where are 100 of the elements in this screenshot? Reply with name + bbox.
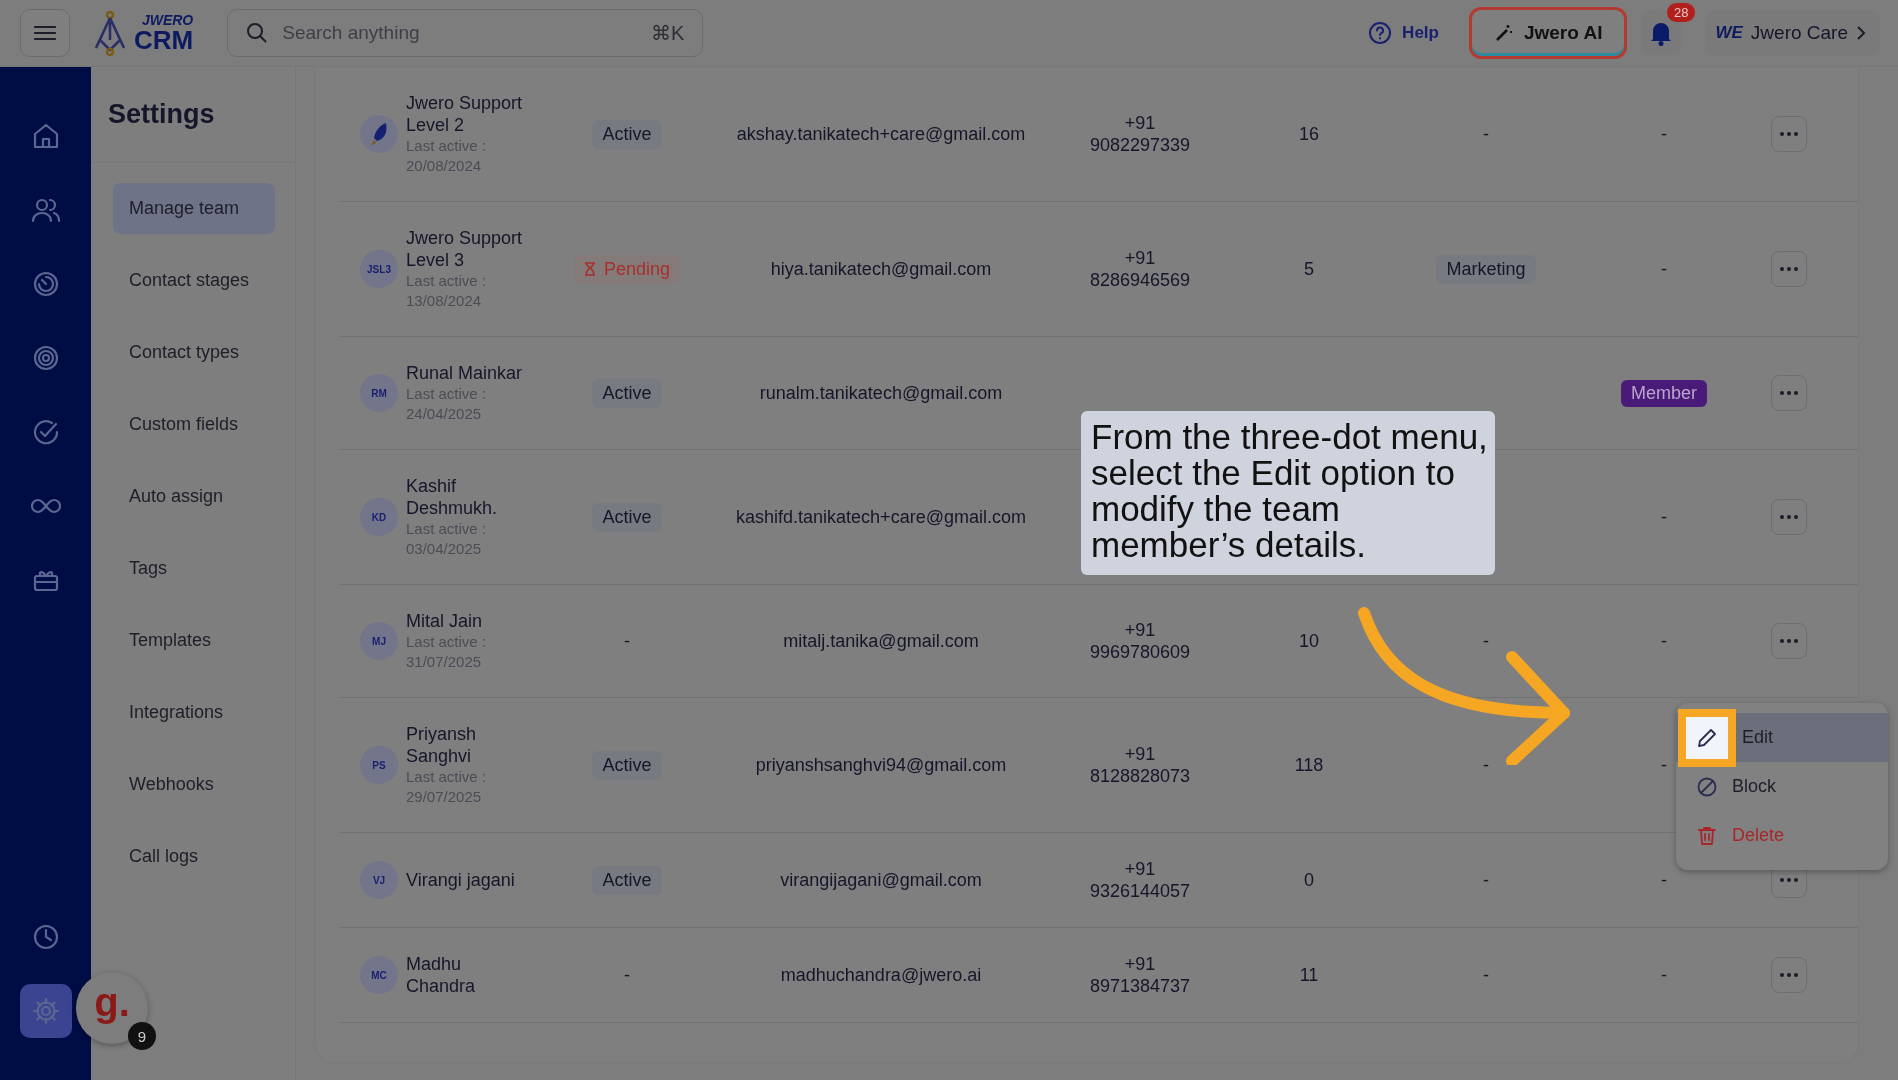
- notification-count: 28: [1667, 3, 1696, 22]
- settings-menu-item[interactable]: Integrations: [113, 687, 275, 738]
- more-options-button[interactable]: [1770, 251, 1807, 287]
- count-cell: 118: [1294, 754, 1324, 776]
- account-logo: WE: [1715, 23, 1743, 43]
- pencil-icon: [1696, 726, 1718, 749]
- member-name: Jwero Support Level 3: [406, 227, 524, 271]
- trash-icon: [1696, 824, 1718, 847]
- member-name: Jwero Support Level 2: [406, 92, 524, 136]
- phone-cell: +91 8128828073: [1089, 743, 1191, 787]
- table-cell: -: [624, 964, 630, 986]
- settings-nav-item[interactable]: [19, 984, 72, 1038]
- table-cell: -: [1661, 123, 1667, 145]
- phone-cell: +91 9969780609: [1089, 619, 1191, 663]
- email-cell: madhuchandra@jwero.ai: [780, 964, 982, 986]
- phone-cell: +91 8286946569: [1089, 247, 1191, 291]
- count-cell: 10: [1299, 630, 1319, 652]
- logo-subtitle: JWERO: [141, 13, 194, 27]
- email-cell: virangijagani@gmail.com: [780, 869, 982, 891]
- more-icon: [1779, 267, 1798, 271]
- search-bar[interactable]: Search anything ⌘K: [227, 9, 704, 57]
- count-cell: 16: [1299, 123, 1319, 145]
- avatar: KD: [360, 498, 398, 536]
- help-icon: [1368, 21, 1393, 45]
- avatar: PS: [360, 746, 398, 784]
- ai-button[interactable]: Jwero AI: [1468, 7, 1628, 59]
- status-tag: Active: [592, 378, 662, 408]
- table-cell: -: [1483, 869, 1489, 891]
- settings-menu-item[interactable]: Templates: [113, 615, 275, 666]
- more-icon: [1779, 878, 1798, 882]
- member-name: Runal Mainkar: [406, 362, 524, 384]
- status-tag: Pending: [573, 254, 681, 284]
- block-icon: [1696, 775, 1718, 798]
- status-tag: Active: [592, 750, 662, 780]
- email-cell: hiya.tanikatech@gmail.com: [770, 258, 992, 280]
- phone-cell: +91 8971384737: [1089, 953, 1191, 997]
- member-name: Virangi jagani: [406, 869, 516, 891]
- table-cell: -: [1483, 754, 1489, 776]
- logo-title: CRM: [134, 27, 194, 53]
- settings-icon: [30, 996, 61, 1026]
- table-cell: -: [1661, 964, 1667, 986]
- avatar: MC: [360, 956, 398, 994]
- more-icon: [1779, 515, 1798, 519]
- more-options-button[interactable]: [1770, 116, 1807, 152]
- team-tag: Marketing: [1436, 254, 1536, 284]
- help-link[interactable]: Help: [1368, 21, 1439, 45]
- settings-menu-item[interactable]: Custom fields: [113, 399, 275, 450]
- email-cell: kashifd.tanikatech+care@gmail.com: [736, 506, 1026, 528]
- settings-title: Settings: [91, 67, 295, 163]
- more-icon: [1779, 391, 1798, 395]
- more-icon: [1779, 132, 1798, 136]
- member-name: Kashif Deshmukh.: [406, 475, 499, 519]
- menu-icon: [34, 25, 56, 41]
- settings-menu-item[interactable]: Contact types: [113, 327, 275, 378]
- status-tag: Active: [592, 502, 662, 532]
- settings-menu-item[interactable]: Call logs: [113, 831, 275, 882]
- avatar: JSL3: [360, 250, 398, 288]
- more-options-button[interactable]: [1770, 623, 1807, 659]
- more-options-button[interactable]: [1770, 499, 1807, 535]
- phone-cell: +91 9082297339: [1089, 112, 1191, 156]
- table-cell: -: [1661, 506, 1667, 528]
- table-cell: -: [1483, 630, 1489, 652]
- chevron-right-icon: [1856, 25, 1866, 41]
- more-icon: [1779, 639, 1798, 643]
- member-name: Mital Jain: [406, 610, 484, 632]
- role-tag: Member: [1621, 379, 1707, 407]
- avatar: MJ: [360, 622, 398, 660]
- email-cell: priyanshsanghvi94@gmail.com: [755, 754, 1007, 776]
- table-cell: -: [1661, 754, 1667, 776]
- settings-menu-item[interactable]: Auto assign: [113, 471, 275, 522]
- email-cell: runalm.tanikatech@gmail.com: [759, 382, 1003, 404]
- settings-menu-item[interactable]: Tags: [113, 543, 275, 594]
- count-cell: 5: [1304, 258, 1314, 280]
- bell-icon[interactable]: [1649, 20, 1674, 46]
- status-tag: Active: [592, 865, 662, 895]
- settings-menu-item[interactable]: Contact stages: [113, 255, 275, 306]
- member-name: Madhu Chandra: [406, 953, 477, 997]
- search-icon: [246, 22, 269, 44]
- more-icon: [1779, 973, 1798, 977]
- count-cell: 0: [1304, 869, 1314, 891]
- table-cell: -: [1483, 123, 1489, 145]
- email-cell: mitalj.tanika@gmail.com: [783, 630, 979, 652]
- more-options-button[interactable]: [1770, 957, 1807, 993]
- member-name: Priyansh Sanghvi: [406, 723, 478, 767]
- table-cell: -: [1483, 964, 1489, 986]
- block-menu-item[interactable]: Block: [1676, 762, 1888, 811]
- table-cell: -: [1661, 258, 1667, 280]
- search-input[interactable]: Search anything: [280, 21, 639, 45]
- count-cell: 11: [1299, 964, 1319, 986]
- more-options-button[interactable]: [1770, 375, 1807, 411]
- hourglass-icon: [583, 262, 596, 276]
- email-cell: akshay.tanikatech+care@gmail.com: [736, 123, 1026, 145]
- phone-cell: +91 9326144057: [1089, 858, 1191, 902]
- avatar: RM: [360, 374, 398, 412]
- settings-menu-item[interactable]: Webhooks: [113, 759, 275, 810]
- status-tag: Active: [592, 119, 662, 149]
- menu-button[interactable]: [20, 9, 70, 57]
- edit-menu-item[interactable]: Edit: [1676, 713, 1888, 762]
- settings-menu-item[interactable]: Manage team: [113, 183, 275, 234]
- table-cell: -: [624, 630, 630, 652]
